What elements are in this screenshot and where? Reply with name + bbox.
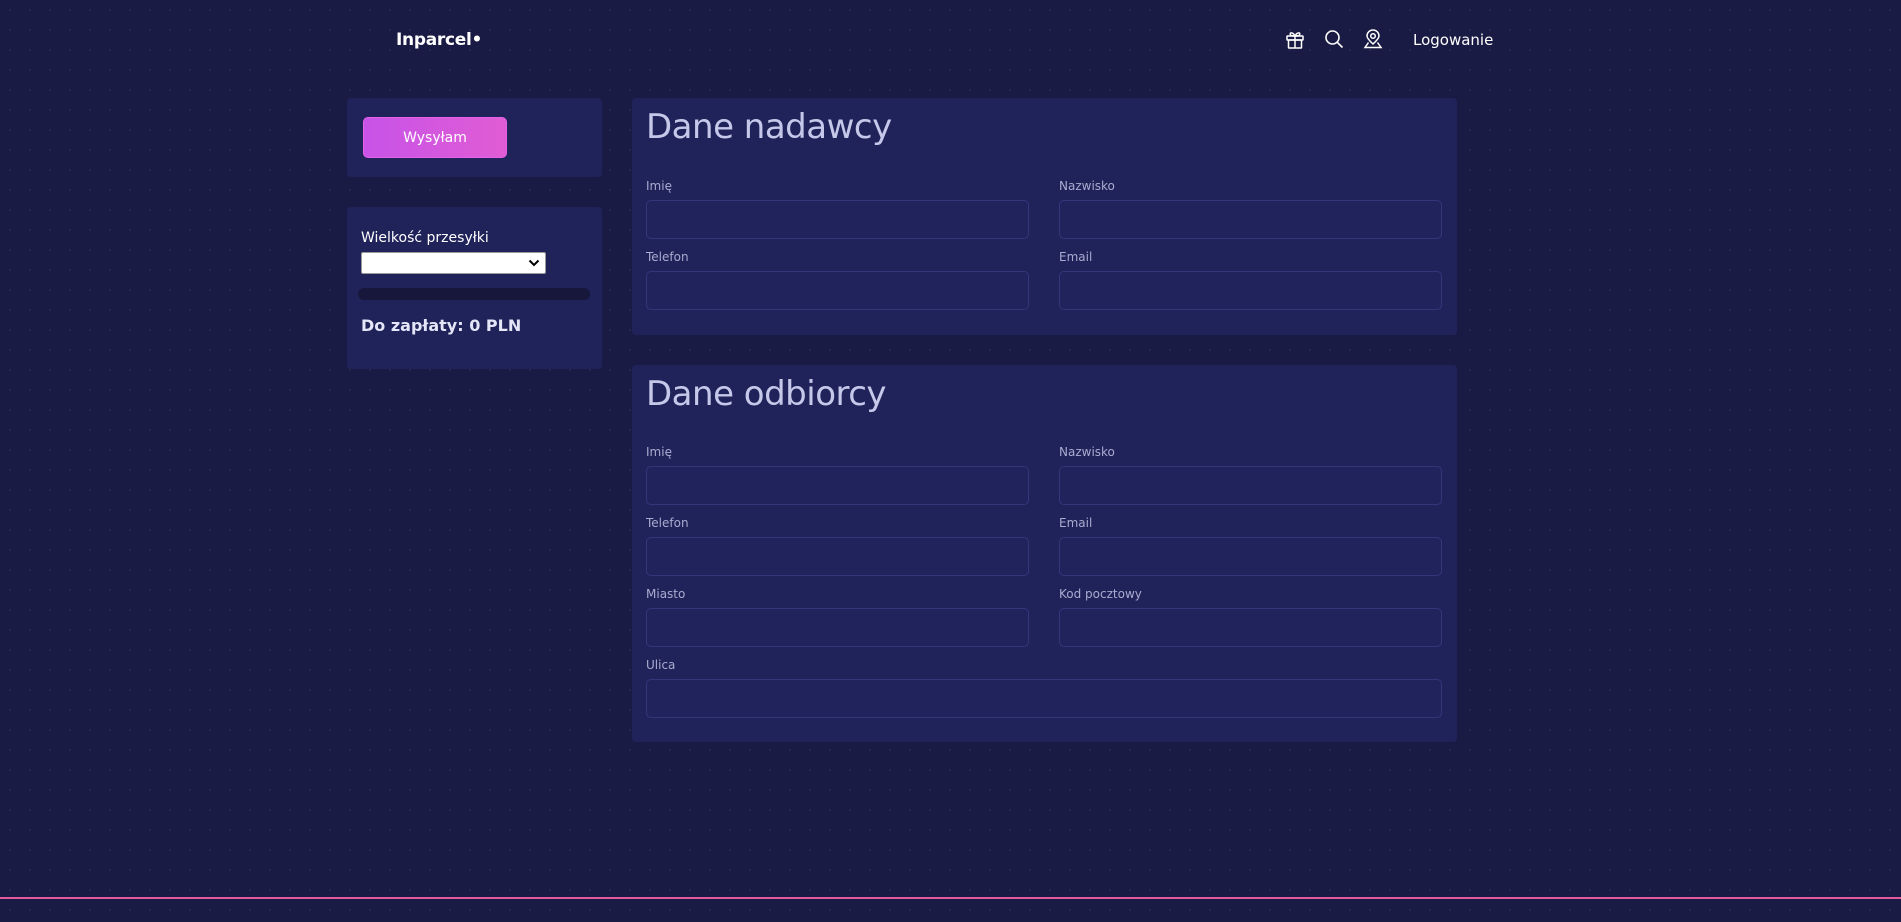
recipient-phone-label: Telefon [646,516,689,530]
recipient-postal-code-label: Kod pocztowy [1059,587,1142,601]
sender-last-name-label: Nazwisko [1059,179,1115,193]
recipient-last-name-label: Nazwisko [1059,445,1115,459]
sender-email-label: Email [1059,250,1093,264]
sender-title: Dane nadawcy [646,107,892,147]
sender-first-name-input[interactable] [646,200,1029,239]
sender-last-name-input[interactable] [1059,200,1442,239]
gift-icon[interactable] [1283,27,1307,51]
send-button[interactable]: Wysyłam [363,117,507,158]
sender-phone-input[interactable] [646,271,1029,310]
chevron-down-icon [528,259,540,267]
recipient-email-label: Email [1059,516,1093,530]
location-pin-icon[interactable] [1361,27,1385,51]
recipient-email-input[interactable] [1059,537,1442,576]
package-size-select[interactable] [361,252,546,274]
total-amount: Do zapłaty: 0 PLN [361,316,522,335]
sender-phone-label: Telefon [646,250,689,264]
package-size-label: Wielkość przesyłki [361,230,489,246]
recipient-city-input[interactable] [646,608,1029,647]
footer-divider [0,897,1901,899]
login-link[interactable]: Logowanie [1413,31,1493,49]
recipient-postal-code-input[interactable] [1059,608,1442,647]
sender-first-name-label: Imię [646,179,672,193]
recipient-city-label: Miasto [646,587,686,601]
search-icon[interactable] [1322,27,1346,51]
recipient-first-name-input[interactable] [646,466,1029,505]
recipient-last-name-input[interactable] [1059,466,1442,505]
progress-bar [358,288,590,300]
sender-email-input[interactable] [1059,271,1442,310]
logo[interactable]: Inparcel• [396,30,482,50]
top-navbar: Inparcel• Logowanie [0,0,1901,80]
recipient-street-label: Ulica [646,658,676,672]
recipient-title: Dane odbiorcy [646,374,887,414]
recipient-phone-input[interactable] [646,537,1029,576]
recipient-first-name-label: Imię [646,445,672,459]
recipient-street-input[interactable] [646,679,1442,718]
